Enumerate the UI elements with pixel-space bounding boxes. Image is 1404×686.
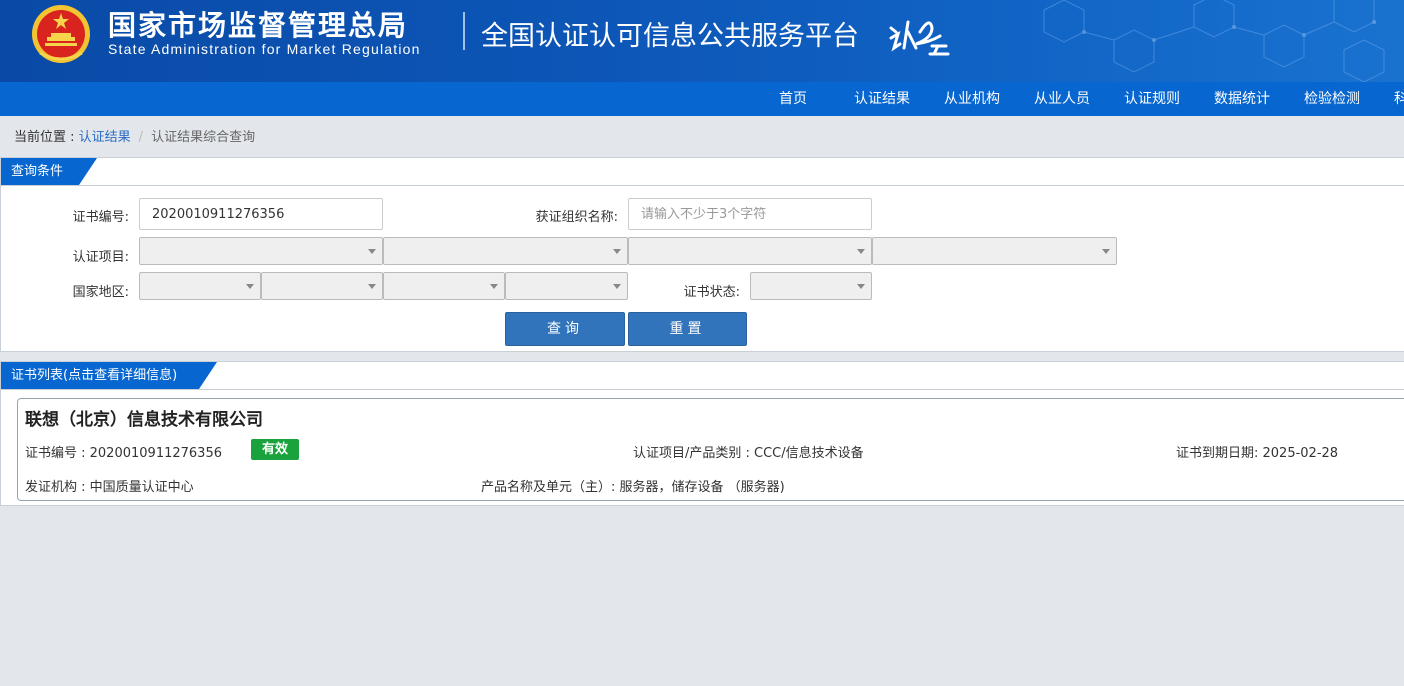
breadcrumb-link-cert-results[interactable]: 认证结果 xyxy=(79,130,131,145)
nav-item-statistics[interactable]: 数据统计 xyxy=(1214,82,1270,116)
region-select-3[interactable] xyxy=(383,272,505,300)
header-divider xyxy=(463,12,465,50)
search-button[interactable]: 查询 xyxy=(505,312,625,346)
chevron-down-icon xyxy=(857,249,865,254)
cert-no-input[interactable] xyxy=(139,198,383,230)
national-emblem-icon xyxy=(32,5,90,63)
cert-project-select-4[interactable] xyxy=(872,237,1117,265)
cert-number: 证书编号 : 2020010911276356 xyxy=(25,446,222,461)
org-name-input[interactable] xyxy=(628,198,872,230)
results-panel-title: 证书列表(点击查看详细信息) xyxy=(1,362,217,389)
query-panel-header: 查询条件 xyxy=(1,158,1404,186)
cert-project-select-3[interactable] xyxy=(628,237,872,265)
platform-title: 全国认证认可信息公共服务平台 xyxy=(481,21,859,52)
product-name: 产品名称及单元（主）: 服务器，储存设备 （服务器) xyxy=(481,480,785,495)
chevron-down-icon xyxy=(613,249,621,254)
nav-item-home[interactable]: 首页 xyxy=(779,82,807,116)
main-nav: 首页 认证结果 从业机构 从业人员 认证规则 数据统计 检验检测 科 xyxy=(0,82,1404,116)
nav-item-personnel[interactable]: 从业人员 xyxy=(1034,82,1090,116)
breadcrumb-current: 认证结果综合查询 xyxy=(151,130,256,145)
region-label: 国家地区: xyxy=(72,285,129,300)
nav-item-institutions[interactable]: 从业机构 xyxy=(944,82,1000,116)
cert-expiry-date: 证书到期日期: 2025-02-28 xyxy=(1176,446,1339,461)
chevron-down-icon xyxy=(857,284,865,289)
nav-item-inspection[interactable]: 检验检测 xyxy=(1304,82,1360,116)
query-panel: 查询条件 证书编号: 获证组织名称: 认证项目: 国家地区: 证书状态: 查询 … xyxy=(0,157,1404,352)
breadcrumb-prefix: 当前位置 : xyxy=(14,130,79,145)
chevron-down-icon xyxy=(368,284,376,289)
cert-status-select[interactable] xyxy=(750,272,872,300)
reset-button[interactable]: 重置 xyxy=(628,312,747,346)
org-name-label: 获证组织名称: xyxy=(535,210,618,225)
query-panel-title: 查询条件 xyxy=(1,158,97,185)
nav-item-truncated[interactable]: 科 xyxy=(1394,82,1404,116)
issuing-body: 发证机构 : 中国质量认证中心 xyxy=(25,480,194,495)
cert-status-label: 证书状态: xyxy=(683,285,740,300)
chevron-down-icon xyxy=(368,249,376,254)
hexagon-pattern-background xyxy=(1043,0,1385,82)
org-name-en: State Administration for Market Regulati… xyxy=(108,41,421,57)
chevron-down-icon xyxy=(613,284,621,289)
results-panel: 证书列表(点击查看详细信息) 联想（北京）信息技术有限公司 证书编号 : 202… xyxy=(0,361,1404,506)
renzheng-cloud-logo-icon xyxy=(889,20,950,56)
cert-project-select-2[interactable] xyxy=(383,237,628,265)
org-name-cn: 国家市场监督管理总局 xyxy=(108,9,409,42)
chevron-down-icon xyxy=(490,284,498,289)
cert-project-label: 认证项目: xyxy=(72,250,129,265)
region-select-4[interactable] xyxy=(505,272,628,300)
chevron-down-icon xyxy=(246,284,254,289)
nav-item-cert-rules[interactable]: 认证规则 xyxy=(1124,82,1180,116)
breadcrumb: 当前位置 : 认证结果 / 认证结果综合查询 xyxy=(14,126,255,145)
region-select-1[interactable] xyxy=(139,272,261,300)
breadcrumb-separator: / xyxy=(138,130,144,145)
nav-item-cert-results[interactable]: 认证结果 xyxy=(854,82,910,116)
status-badge: 有效 xyxy=(251,439,299,460)
cert-project-select-1[interactable] xyxy=(139,237,383,265)
result-card[interactable]: 联想（北京）信息技术有限公司 证书编号 : 2020010911276356 有… xyxy=(17,398,1404,501)
cert-no-label: 证书编号: xyxy=(72,210,129,225)
results-panel-header: 证书列表(点击查看详细信息) xyxy=(1,362,1404,390)
company-name: 联想（北京）信息技术有限公司 xyxy=(25,410,263,430)
chevron-down-icon xyxy=(1102,249,1110,254)
region-select-2[interactable] xyxy=(261,272,383,300)
cert-project-category: 认证项目/产品类别 : CCC/信息技术设备 xyxy=(633,446,864,461)
site-header: 国家市场监督管理总局 State Administration for Mark… xyxy=(0,0,1404,82)
